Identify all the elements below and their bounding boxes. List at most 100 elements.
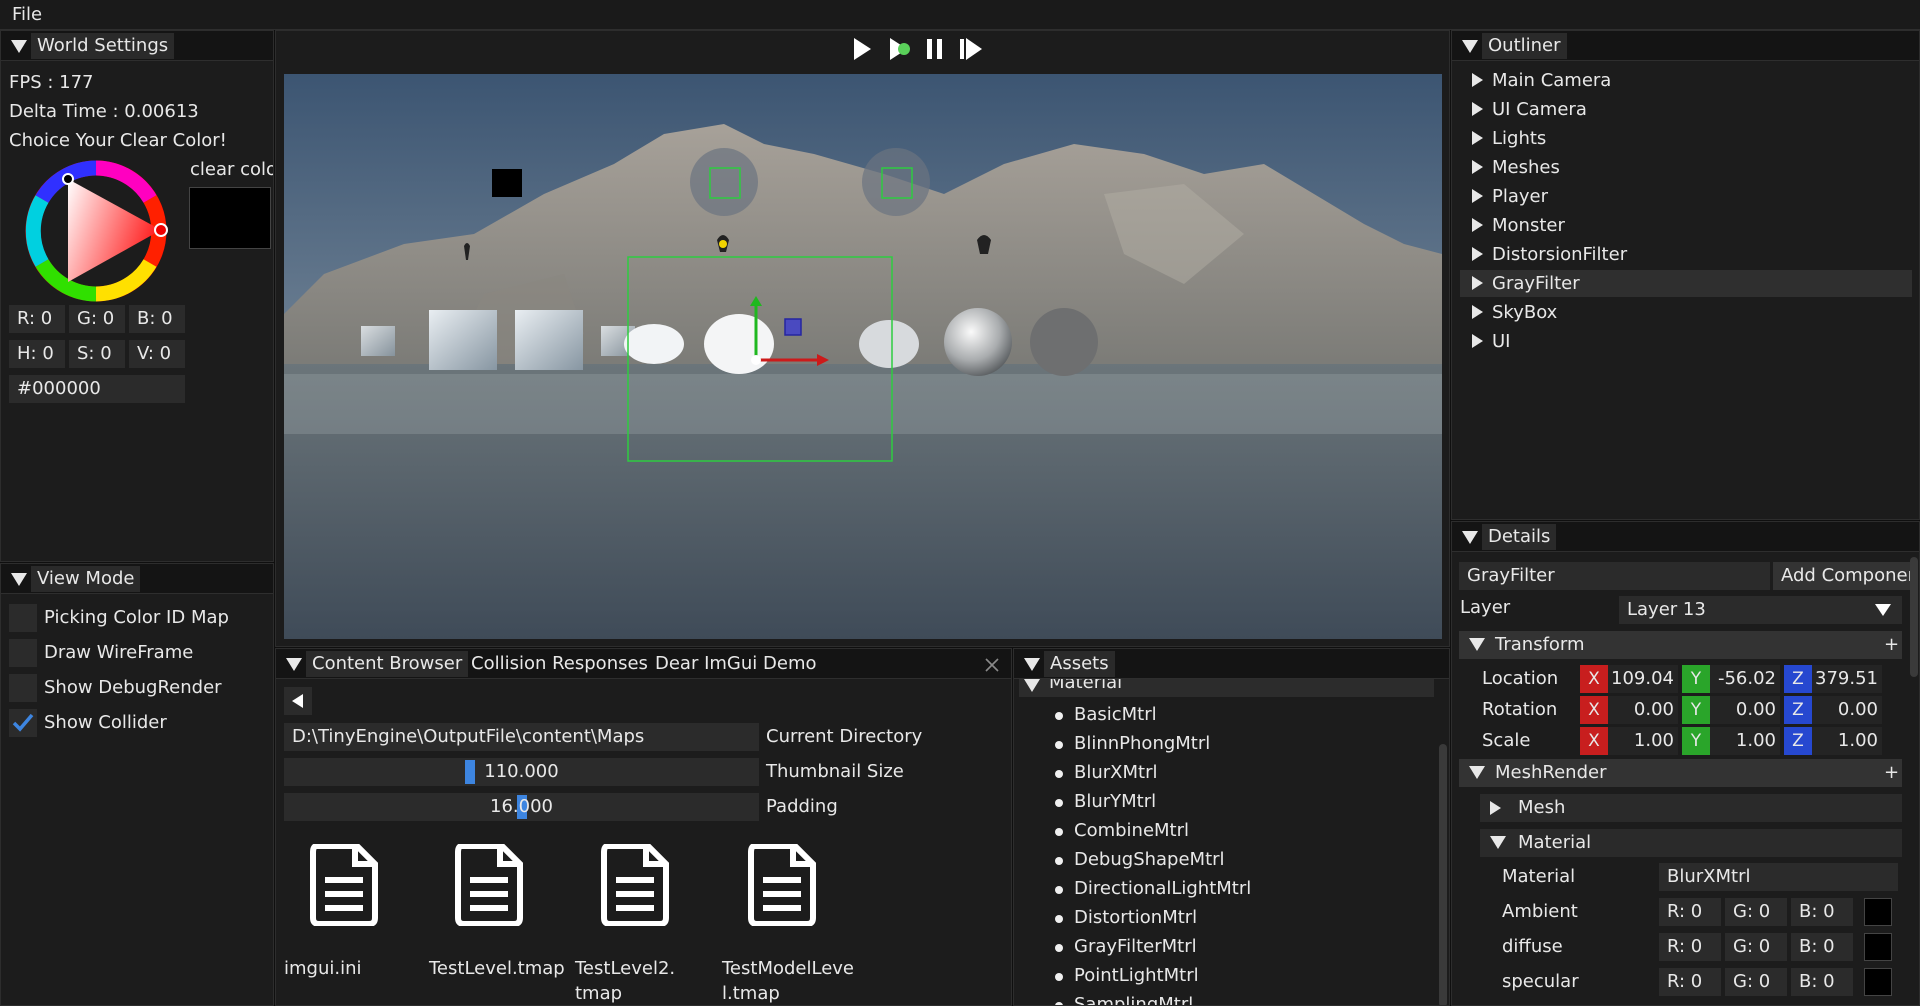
collapse-icon[interactable] xyxy=(11,573,27,586)
asset-item[interactable]: DirectionalLightMtrl xyxy=(1014,875,1434,904)
expand-icon[interactable] xyxy=(1472,102,1483,116)
scene-viewport[interactable] xyxy=(284,74,1442,639)
h-field[interactable]: H: 0 xyxy=(9,340,65,368)
scrollbar[interactable] xyxy=(1910,557,1918,677)
outliner-item[interactable]: UI xyxy=(1460,328,1912,355)
outliner-item[interactable]: Main Camera xyxy=(1460,67,1912,94)
g-field[interactable]: G: 0 xyxy=(1725,933,1787,961)
b-field[interactable]: B: 0 xyxy=(1791,968,1853,996)
file-item[interactable]: TestModelLeve l.tmap xyxy=(722,844,872,1004)
debugrender-checkbox[interactable] xyxy=(9,674,37,702)
expand-icon[interactable] xyxy=(1472,73,1483,87)
layer-dropdown[interactable]: Layer 13 xyxy=(1619,596,1902,624)
asset-item[interactable]: BlurYMtrl xyxy=(1014,788,1434,817)
r-field[interactable]: R: 0 xyxy=(9,305,65,333)
asset-item[interactable]: PointLightMtrl xyxy=(1014,962,1434,991)
outliner-item[interactable]: Lights xyxy=(1460,125,1912,152)
padding-slider[interactable]: 16.000 xyxy=(284,793,759,821)
file-item[interactable]: TestLevel2. tmap xyxy=(575,844,715,1004)
expand-icon[interactable] xyxy=(1472,218,1483,232)
thumbnail-slider[interactable]: 110.000 xyxy=(284,758,759,786)
collider-checkbox[interactable] xyxy=(9,709,37,737)
step-icon[interactable] xyxy=(958,36,984,62)
expand-icon[interactable] xyxy=(1472,276,1483,290)
outliner-item[interactable]: SkyBox xyxy=(1460,299,1912,326)
tab-imgui-demo[interactable]: Dear ImGui Demo xyxy=(649,651,823,677)
asset-item[interactable]: SamplingMtrl xyxy=(1014,991,1434,1005)
r-field[interactable]: R: 0 xyxy=(1659,898,1721,926)
object-name-field[interactable]: GrayFilter xyxy=(1459,562,1770,590)
material-header[interactable]: Material xyxy=(1480,829,1902,857)
s-field[interactable]: S: 0 xyxy=(69,340,125,368)
tab-content-browser[interactable]: Content Browser xyxy=(306,651,469,677)
asset-item[interactable]: CombineMtrl xyxy=(1014,817,1434,846)
expand-icon[interactable] xyxy=(1472,189,1483,203)
clear-color-swatch[interactable] xyxy=(189,187,271,249)
collapse-icon[interactable] xyxy=(286,658,302,671)
expand-icon[interactable] xyxy=(1472,334,1483,348)
transform-header[interactable]: Transform + xyxy=(1459,631,1902,659)
add-component-button[interactable]: Add Componen xyxy=(1773,562,1913,590)
outliner-title[interactable]: Outliner xyxy=(1482,33,1567,59)
color-swatch[interactable] xyxy=(1864,933,1892,961)
world-settings-title[interactable]: World Settings xyxy=(31,33,175,59)
file-item[interactable]: TestLevel.tmap xyxy=(429,844,569,1004)
outliner-item[interactable]: UI Camera xyxy=(1460,96,1912,123)
wireframe-checkbox[interactable] xyxy=(9,639,37,667)
picking-color-checkbox[interactable] xyxy=(9,604,37,632)
asset-item[interactable]: DebugShapeMtrl xyxy=(1014,846,1434,875)
b-field[interactable]: B: 0 xyxy=(1791,933,1853,961)
asset-item[interactable]: BasicMtrl xyxy=(1014,701,1434,730)
b-field[interactable]: B: 0 xyxy=(1791,898,1853,926)
menu-file[interactable]: File xyxy=(12,3,42,27)
simulate-icon[interactable] xyxy=(887,36,913,62)
asset-item[interactable]: BlinnPhongMtrl xyxy=(1014,730,1434,759)
folder-header[interactable]: Material xyxy=(1019,679,1434,697)
details-title[interactable]: Details xyxy=(1482,524,1557,550)
v-field[interactable]: V: 0 xyxy=(129,340,185,368)
expand-icon[interactable] xyxy=(1472,131,1483,145)
asset-item[interactable]: BlurXMtrl xyxy=(1014,759,1434,788)
material-field[interactable]: BlurXMtrl xyxy=(1659,863,1898,891)
add-icon[interactable]: + xyxy=(1884,633,1899,657)
r-field[interactable]: R: 0 xyxy=(1659,933,1721,961)
z-value[interactable]: 0.00 xyxy=(1812,696,1882,724)
tab-collision-responses[interactable]: Collision Responses xyxy=(465,651,654,677)
back-button[interactable] xyxy=(284,687,312,715)
r-field[interactable]: R: 0 xyxy=(1659,968,1721,996)
outliner-item[interactable]: Monster xyxy=(1460,212,1912,239)
color-wheel-picker[interactable] xyxy=(21,156,171,306)
directory-field[interactable]: D:\TinyEngine\OutputFile\content\Maps xyxy=(284,723,759,751)
outliner-item[interactable]: DistorsionFilter xyxy=(1460,241,1912,268)
close-icon[interactable] xyxy=(984,657,1000,673)
g-field[interactable]: G: 0 xyxy=(1725,898,1787,926)
z-value[interactable]: 379.51 xyxy=(1812,665,1882,693)
color-swatch[interactable] xyxy=(1864,968,1892,996)
hex-field[interactable]: #000000 xyxy=(9,375,185,403)
play-icon[interactable] xyxy=(851,36,873,62)
scrollbar[interactable] xyxy=(1439,744,1447,1005)
expand-icon[interactable] xyxy=(1472,305,1483,319)
z-value[interactable]: 1.00 xyxy=(1812,727,1882,755)
asset-item[interactable]: GrayFilterMtrl xyxy=(1014,933,1434,962)
assets-title[interactable]: Assets xyxy=(1044,651,1115,677)
meshrender-header[interactable]: MeshRender + xyxy=(1459,759,1902,787)
collapse-icon[interactable] xyxy=(1462,40,1478,53)
x-value[interactable]: 0.00 xyxy=(1608,696,1678,724)
collapse-icon[interactable] xyxy=(11,40,27,53)
collapse-icon[interactable] xyxy=(1024,658,1040,671)
y-value[interactable]: -56.02 xyxy=(1710,665,1780,693)
y-value[interactable]: 0.00 xyxy=(1710,696,1780,724)
mesh-header[interactable]: Mesh xyxy=(1480,794,1902,822)
x-value[interactable]: 1.00 xyxy=(1608,727,1678,755)
expand-icon[interactable] xyxy=(1472,247,1483,261)
asset-item[interactable]: DistortionMtrl xyxy=(1014,904,1434,933)
color-swatch[interactable] xyxy=(1864,898,1892,926)
b-field[interactable]: B: 0 xyxy=(129,305,185,333)
x-value[interactable]: 109.04 xyxy=(1608,665,1678,693)
collapse-icon[interactable] xyxy=(1462,531,1478,544)
pause-icon[interactable] xyxy=(924,36,946,62)
expand-icon[interactable] xyxy=(1472,160,1483,174)
g-field[interactable]: G: 0 xyxy=(1725,968,1787,996)
y-value[interactable]: 1.00 xyxy=(1710,727,1780,755)
